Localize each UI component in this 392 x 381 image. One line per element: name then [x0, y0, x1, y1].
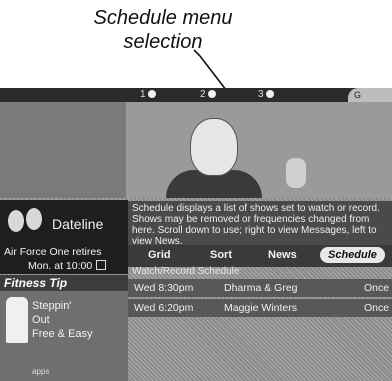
channel-bar: 1 2 3 G — [0, 88, 392, 102]
menu-schedule[interactable]: Schedule — [320, 247, 385, 263]
channel-1[interactable]: 1 — [140, 89, 156, 100]
callout-pointer-tick — [193, 49, 201, 57]
info-icon[interactable] — [96, 260, 107, 270]
menu-news[interactable]: News — [268, 249, 297, 261]
menu-bar: Grid Sort News Schedule — [128, 245, 392, 267]
row-time: Wed 8:30pm — [134, 282, 194, 294]
menu-sort[interactable]: Sort — [210, 249, 232, 261]
show-info-panel[interactable]: Dateline Air Force One retires Mon. at 1… — [0, 200, 128, 274]
row-frequency: Once — [364, 302, 390, 314]
channel-3[interactable]: 3 — [258, 89, 274, 100]
schedule-row[interactable]: Wed 6:20pm Maggie Winters Once — [128, 299, 392, 317]
row-frequency: Once — [364, 282, 390, 294]
anchor-face-1 — [8, 210, 24, 232]
fitness-tip-panel[interactable]: Fitness Tip Steppin' Out Free & Easy app… — [0, 275, 128, 381]
fitness-tip-footer: apps — [32, 367, 50, 376]
schedule-row[interactable]: Wed 8:30pm Dharma & Greg Once — [128, 279, 392, 297]
channel-dot-icon — [147, 90, 156, 98]
tv-screen: 1 2 3 G Dateline Air Force One retires M… — [0, 88, 392, 381]
show-title: Dateline — [52, 216, 104, 232]
fitness-tip-heading: Fitness Tip — [0, 275, 128, 291]
row-title: Dharma & Greg — [224, 282, 298, 294]
schedule-section-label: Watch/Record Schedule — [132, 266, 240, 277]
video-preview — [126, 102, 392, 198]
channel-2[interactable]: 2 — [200, 89, 216, 100]
anchor-face-2 — [26, 208, 42, 230]
channel-dot-icon — [207, 90, 216, 98]
menu-grid[interactable]: Grid — [148, 249, 171, 261]
fitness-tip-text: Steppin' Out Free & Easy — [32, 300, 93, 340]
channel-dot-icon — [265, 90, 274, 98]
schedule-list: Wed 8:30pm Dharma & Greg Once Wed 6:20pm… — [128, 279, 392, 319]
show-time: Mon. at 10:00 — [28, 260, 107, 272]
presenter-head — [190, 118, 238, 176]
schedule-description: Schedule displays a list of shows set to… — [128, 201, 392, 247]
row-title: Maggie Winters — [224, 302, 297, 314]
brand-logo: G — [348, 88, 392, 102]
presenter-hand — [286, 158, 306, 188]
video-left-background — [0, 102, 126, 198]
show-thumbnail — [6, 206, 46, 242]
row-time: Wed 6:20pm — [134, 302, 194, 314]
fitness-figure-icon — [6, 297, 28, 343]
show-subtitle: Air Force One retires — [4, 246, 102, 258]
